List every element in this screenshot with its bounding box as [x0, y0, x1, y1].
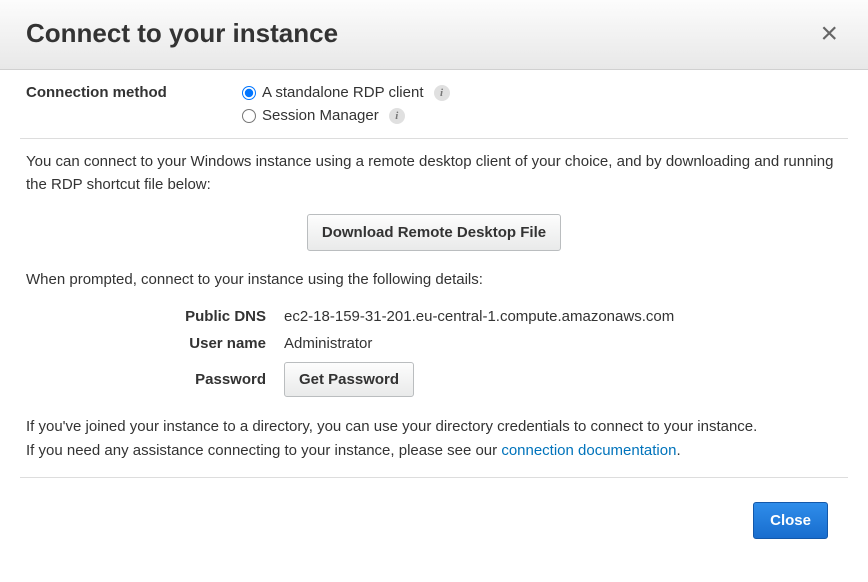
public-dns-label: Public DNS — [26, 308, 266, 325]
download-rdp-button[interactable]: Download Remote Desktop File — [307, 214, 561, 251]
connection-method-options: A standalone RDP client i Session Manage… — [242, 84, 450, 124]
get-password-button[interactable]: Get Password — [284, 362, 414, 397]
modal-title: Connect to your instance — [26, 18, 338, 49]
modal-body: Connection method A standalone RDP clien… — [0, 70, 868, 582]
modal-footer: Close — [20, 478, 848, 555]
assistance-prefix: If you need any assistance connecting to… — [26, 442, 501, 459]
close-button[interactable]: Close — [753, 502, 828, 539]
close-icon[interactable]: × — [816, 19, 842, 49]
radio-rdp-label: A standalone RDP client — [262, 84, 424, 101]
password-value: Get Password — [284, 362, 842, 397]
radio-session-manager-label: Session Manager — [262, 107, 379, 124]
connection-documentation-link[interactable]: connection documentation — [501, 442, 676, 459]
connection-method-label: Connection method — [26, 84, 242, 124]
connection-method-section: Connection method A standalone RDP clien… — [20, 84, 848, 139]
assistance-line: If you need any assistance connecting to… — [26, 439, 842, 463]
connect-instance-modal: Connect to your instance × Connection me… — [0, 0, 868, 582]
user-name-value: Administrator — [284, 335, 842, 352]
radio-option-session-manager[interactable]: Session Manager i — [242, 107, 450, 124]
user-name-label: User name — [26, 335, 266, 352]
radio-session-manager-input[interactable] — [242, 109, 256, 123]
directory-hint: If you've joined your instance to a dire… — [26, 415, 842, 439]
public-dns-value: ec2-18-159-31-201.eu-central-1.compute.a… — [284, 308, 842, 325]
radio-option-rdp[interactable]: A standalone RDP client i — [242, 84, 450, 101]
download-row: Download Remote Desktop File — [20, 210, 848, 269]
help-text: If you've joined your instance to a dire… — [20, 409, 848, 478]
intro-text: You can connect to your Windows instance… — [20, 139, 848, 210]
connection-details: Public DNS ec2-18-159-31-201.eu-central-… — [20, 302, 848, 409]
radio-rdp-input[interactable] — [242, 86, 256, 100]
assistance-suffix: . — [676, 442, 680, 459]
info-icon[interactable]: i — [389, 108, 405, 124]
modal-header: Connect to your instance × — [0, 0, 868, 70]
info-icon[interactable]: i — [434, 85, 450, 101]
password-label: Password — [26, 371, 266, 388]
prompt-text: When prompted, connect to your instance … — [20, 269, 848, 302]
